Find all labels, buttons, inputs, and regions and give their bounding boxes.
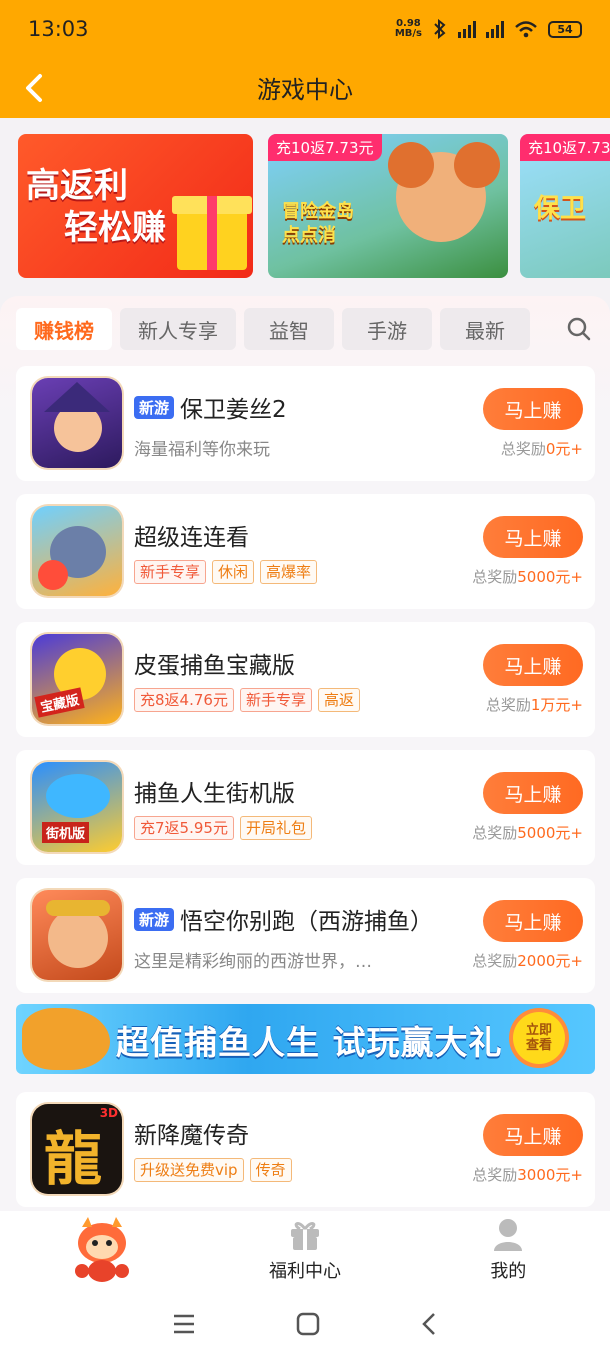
earn-now-button[interactable]: 马上赚	[483, 772, 583, 814]
mascot-icon	[74, 1217, 129, 1282]
game-card[interactable]: 街机版 捕鱼人生街机版 充7返5.95元 开局礼包 马上赚 总奖励5000元+	[16, 750, 595, 865]
game-name: 捕鱼人生街机版	[134, 781, 295, 807]
game-card[interactable]: 新游 悟空你别跑（西游捕鱼） 这里是精彩绚丽的西游世界，… 马上赚 总奖励200…	[16, 878, 595, 993]
game-description: 海量福利等你来玩	[134, 440, 270, 460]
icon-ribbon: 街机版	[42, 822, 90, 843]
game-name: 保卫姜丝2	[180, 397, 287, 423]
nav-bar: 游戏中心	[0, 58, 610, 116]
game-logo-text: 冒险金岛点点消	[282, 201, 354, 246]
tab-welfare-center[interactable]: 福利中心	[203, 1211, 406, 1291]
main-content: 高返利 轻松赚 充10返7.73元 冒险金岛点点消 充10返7.73 保卫 赚钱…	[0, 118, 610, 1211]
user-icon	[494, 1219, 523, 1251]
game-card[interactable]: 超级连连看 新手专享 休闲 高爆率 马上赚 总奖励5000元+	[16, 494, 595, 609]
icon-ribbon: 宝藏版	[34, 687, 85, 718]
tab-latest[interactable]: 最新	[440, 308, 530, 350]
menu-icon[interactable]	[172, 1313, 196, 1335]
earn-now-button[interactable]: 马上赚	[483, 388, 583, 430]
game-name: 新降魔传奇	[134, 1123, 249, 1149]
game-tag: 升级送免费vip	[134, 1158, 244, 1182]
new-game-badge: 新游	[134, 907, 175, 931]
earn-now-button[interactable]: 马上赚	[483, 900, 583, 942]
fish-mascot-icon	[22, 1008, 110, 1070]
banner-game-1[interactable]: 充10返7.73元 冒险金岛点点消	[268, 134, 508, 278]
game-icon	[32, 890, 122, 980]
net-speed: 0.98 MB/s	[394, 18, 422, 39]
status-time: 13:03	[28, 17, 89, 41]
battery-icon: 54	[548, 20, 582, 38]
game-card[interactable]: 宝藏版 皮蛋捕鱼宝藏版 充8返4.76元 新手专享 高返 马上赚 总奖励1万元+	[16, 622, 595, 737]
bluetooth-icon	[434, 19, 446, 39]
game-logo-text: 保卫	[534, 194, 587, 224]
game-tag: 新手专享	[239, 688, 312, 712]
tab-label: 我的	[490, 1261, 527, 1282]
tab-mascot[interactable]	[0, 1211, 203, 1291]
game-card[interactable]: 新游 保卫姜丝2 海量福利等你来玩 马上赚 总奖励0元+	[16, 366, 595, 481]
game-name: 悟空你别跑（西游捕鱼）	[180, 909, 434, 935]
tab-earn-ranking[interactable]: 赚钱榜	[16, 308, 112, 350]
banner-high-rebate[interactable]: 高返利 轻松赚	[18, 134, 253, 278]
tab-label: 福利中心	[268, 1261, 341, 1282]
gift-icon	[290, 1222, 319, 1250]
game-tags: 升级送免费vip 传奇	[134, 1158, 292, 1182]
game-tags: 充7返5.95元 开局礼包	[134, 816, 312, 840]
game-tag: 休闲	[212, 560, 255, 584]
back-icon[interactable]	[420, 1312, 438, 1336]
search-icon[interactable]	[566, 316, 592, 342]
home-icon[interactable]	[296, 1312, 320, 1336]
rebate-tag: 充10返7.73	[520, 134, 610, 161]
game-tag: 新手专享	[134, 560, 207, 584]
new-game-badge: 新游	[134, 395, 175, 419]
tab-newbie[interactable]: 新人专享	[120, 308, 236, 350]
tab-mine[interactable]: 我的	[407, 1211, 610, 1291]
total-reward: 总奖励1万元+	[485, 696, 583, 714]
icon-dragon-glyph: 龍	[44, 1125, 103, 1193]
signal-icon	[458, 20, 476, 38]
earn-now-button[interactable]: 马上赚	[483, 516, 583, 558]
view-now-button[interactable]: 立即 查看	[513, 1012, 565, 1064]
promo-banner[interactable]: 超值捕鱼人生 试玩赢大礼 立即 查看	[16, 1004, 595, 1074]
game-icon: 龍 3D	[32, 1104, 122, 1194]
game-description: 这里是精彩绚丽的西游世界，…	[134, 952, 372, 972]
tab-mobile-games[interactable]: 手游	[342, 308, 432, 350]
bottom-tab-bar: 福利中心 我的	[0, 1211, 610, 1291]
wifi-icon	[515, 21, 537, 38]
earn-now-button[interactable]: 马上赚	[483, 1114, 583, 1156]
game-icon: 街机版	[32, 762, 122, 852]
game-tag: 传奇	[249, 1158, 292, 1182]
system-nav-bar	[0, 1291, 610, 1356]
game-tag: 高爆率	[260, 560, 318, 584]
signal-icon-2	[486, 20, 504, 38]
game-name: 皮蛋捕鱼宝藏版	[134, 653, 295, 679]
game-tag: 充7返5.95元	[134, 816, 234, 840]
gift-box-icon	[172, 196, 252, 270]
app-header: 13:03 0.98 MB/s 54 游戏中心	[0, 0, 610, 118]
earn-now-button[interactable]: 马上赚	[483, 644, 583, 686]
game-card[interactable]: 龍 3D 新降魔传奇 升级送免费vip 传奇 马上赚 总奖励3000元+	[16, 1092, 595, 1207]
game-tag: 高返	[317, 688, 360, 712]
banner-carousel[interactable]: 高返利 轻松赚 充10返7.73元 冒险金岛点点消 充10返7.73 保卫	[18, 134, 610, 280]
game-tags: 新手专享 休闲 高爆率	[134, 560, 318, 584]
game-tag: 开局礼包	[239, 816, 312, 840]
game-icon	[32, 506, 122, 596]
game-list-panel: 赚钱榜 新人专享 益智 手游 最新 新游 保卫姜丝2 海量福利等你来玩 马上赚 …	[0, 296, 610, 1211]
category-tabs: 赚钱榜 新人专享 益智 手游 最新	[16, 308, 530, 350]
promo-text: 超值捕鱼人生 试玩赢大礼	[116, 1023, 503, 1062]
tab-puzzle[interactable]: 益智	[244, 308, 334, 350]
rebate-tag: 充10返7.73元	[268, 134, 382, 161]
game-icon: 宝藏版	[32, 634, 122, 724]
back-arrow-icon[interactable]	[20, 68, 52, 108]
total-reward: 总奖励3000元+	[472, 1166, 583, 1184]
game-name: 超级连连看	[134, 525, 249, 551]
total-reward: 总奖励2000元+	[472, 952, 583, 970]
page-title: 游戏中心	[257, 75, 353, 104]
banner-game-2[interactable]: 充10返7.73 保卫	[520, 134, 610, 278]
total-reward: 总奖励0元+	[500, 440, 583, 458]
status-bar: 13:03 0.98 MB/s 54	[0, 0, 610, 58]
game-icon	[32, 378, 122, 468]
game-tag: 充8返4.76元	[134, 688, 234, 712]
game-tags: 充8返4.76元 新手专享 高返	[134, 688, 360, 712]
total-reward: 总奖励5000元+	[472, 568, 583, 586]
total-reward: 总奖励5000元+	[472, 824, 583, 842]
